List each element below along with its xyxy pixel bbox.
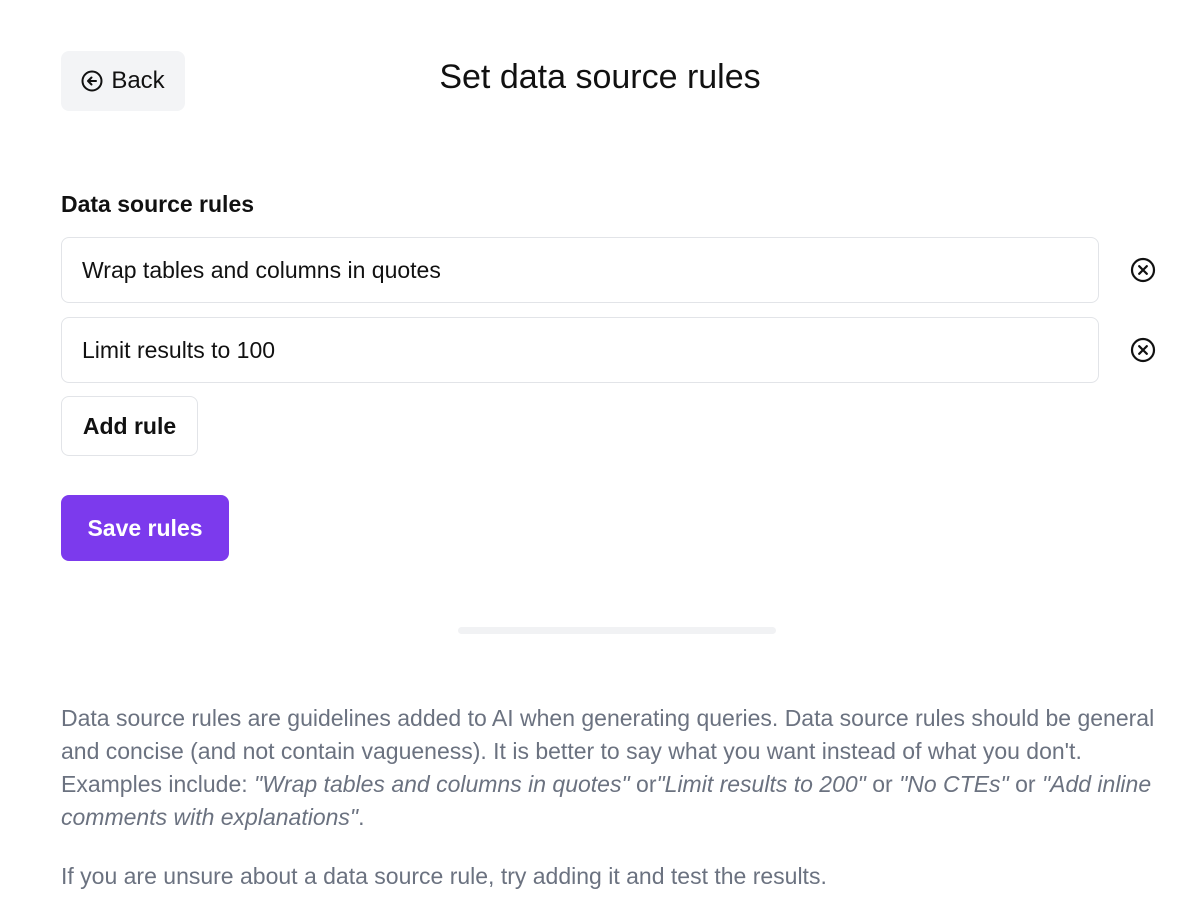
or-separator: or	[636, 771, 657, 797]
or-separator: or	[872, 771, 893, 797]
add-rule-button[interactable]: Add rule	[61, 396, 198, 456]
page-title: Set data source rules	[439, 58, 761, 96]
help-note: If you are unsure about a data source ru…	[61, 863, 827, 889]
save-rules-button[interactable]: Save rules	[61, 495, 229, 561]
circle-x-icon[interactable]	[1130, 337, 1156, 363]
rule-row	[61, 237, 1161, 303]
period: .	[358, 804, 365, 830]
rules-section-label: Data source rules	[61, 191, 255, 217]
rule-input[interactable]	[61, 317, 1099, 383]
circle-x-icon[interactable]	[1130, 257, 1156, 283]
example-rule: "No CTEs"	[899, 771, 1009, 797]
rule-row	[61, 317, 1161, 383]
help-text: Data source rules are guidelines added t…	[61, 702, 1161, 834]
rule-input[interactable]	[61, 237, 1099, 303]
divider	[458, 627, 776, 634]
example-rule: "Wrap tables and columns in quotes"	[254, 771, 630, 797]
example-rule: "Limit results to 200"	[656, 771, 866, 797]
page: Back Set data source rules Data source r…	[0, 0, 1200, 924]
or-separator: or	[1015, 771, 1036, 797]
